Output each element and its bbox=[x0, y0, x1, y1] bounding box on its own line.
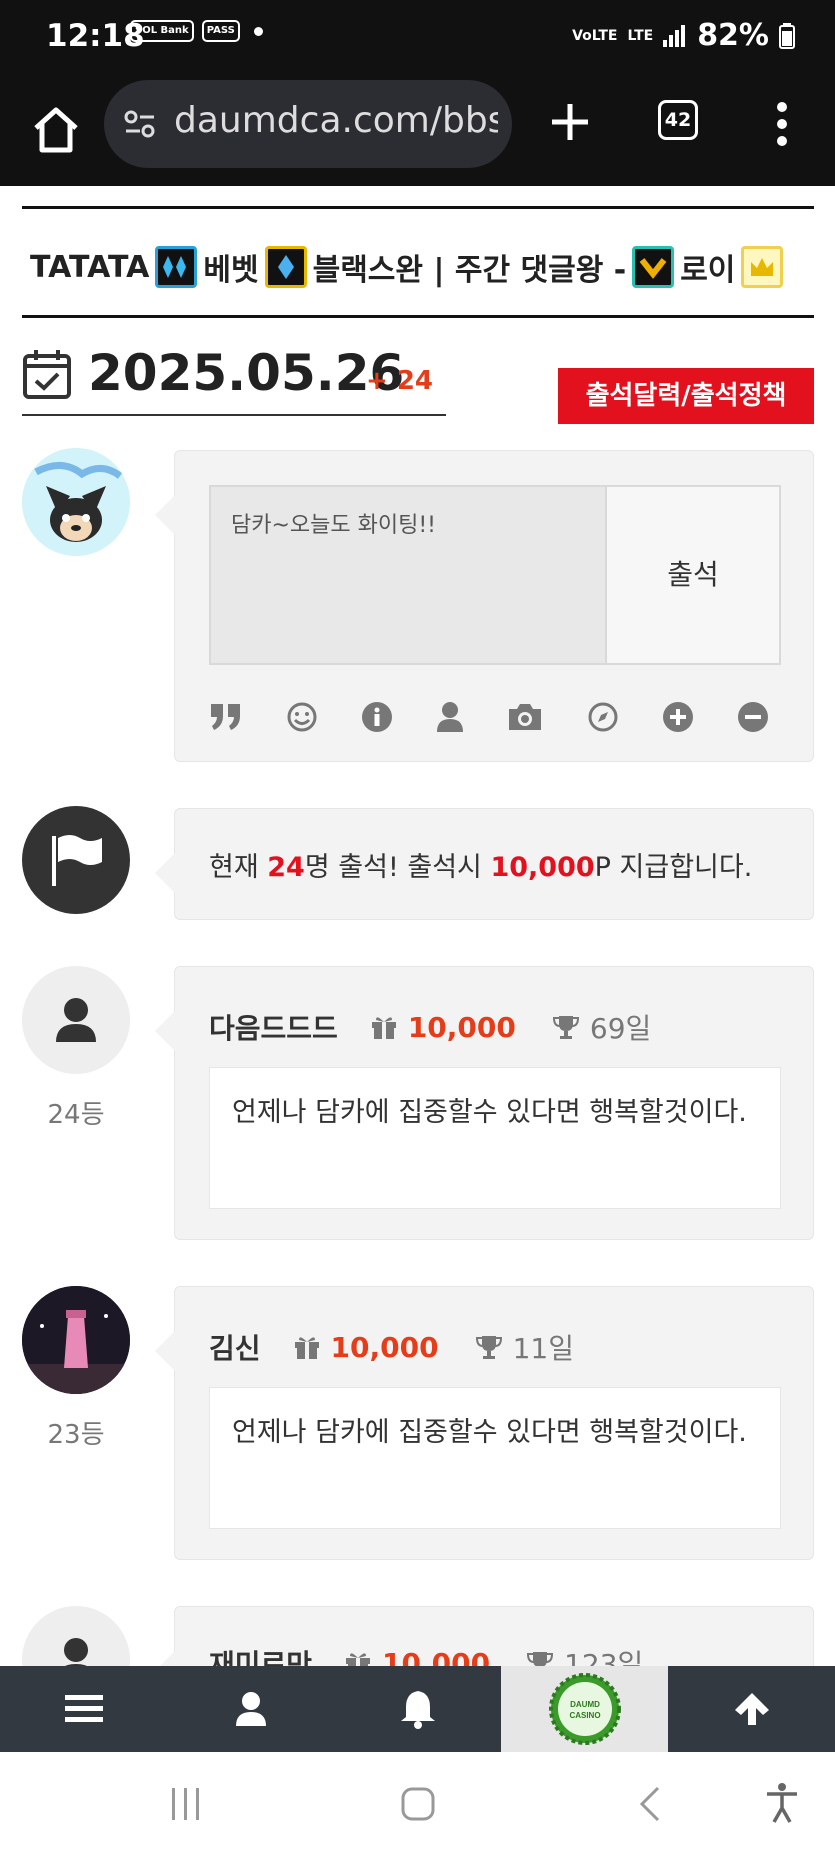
minus-circle-icon[interactable] bbox=[737, 701, 769, 733]
nav-menu-button[interactable] bbox=[0, 1666, 167, 1752]
bank-app-icon: SOL Bank bbox=[130, 20, 194, 42]
recent-apps-icon[interactable] bbox=[168, 1786, 204, 1822]
volte-icon: VoLTE bbox=[572, 27, 618, 44]
tab-switcher-button[interactable]: 42 bbox=[658, 100, 698, 140]
dog-avatar-icon bbox=[22, 448, 130, 556]
attendance-count: + 24 bbox=[366, 366, 434, 396]
calendar-check-icon bbox=[23, 350, 71, 399]
nav-logo-button[interactable]: DAUMD CASINO bbox=[501, 1666, 668, 1752]
trophy-icon bbox=[475, 1336, 502, 1359]
entry-header: 다음드드드 10,000 69일 bbox=[209, 1007, 651, 1047]
trophy-icon bbox=[552, 1016, 579, 1039]
user-icon bbox=[235, 1692, 266, 1726]
info-icon[interactable] bbox=[361, 701, 393, 733]
battery-percent: 82% bbox=[697, 18, 769, 53]
gift-icon bbox=[371, 1017, 396, 1039]
entry-days: 69일 bbox=[589, 1012, 652, 1045]
notice-count: 24 bbox=[267, 852, 305, 883]
gift-icon bbox=[294, 1337, 319, 1359]
url-text: daumdca.com/bbs/ bbox=[174, 100, 498, 141]
diamond-badge-icon bbox=[155, 246, 198, 288]
flag-avatar bbox=[22, 806, 130, 914]
browser-toolbar: daumdca.com/bbs/ 42 bbox=[0, 80, 835, 186]
lighthouse-photo-icon bbox=[22, 1286, 130, 1394]
entry-username[interactable]: 다음드드드 bbox=[209, 1007, 338, 1047]
rank-label: 23등 bbox=[47, 1420, 105, 1450]
bottom-navigation: DAUMD CASINO bbox=[0, 1666, 835, 1752]
new-tab-icon[interactable] bbox=[546, 98, 594, 146]
attendance-date: 2025.05.26 bbox=[88, 344, 405, 402]
more-notifications-dot bbox=[253, 26, 263, 36]
attendance-notice: 현재 24명 출석! 출석시 10,000P 지급합니다. bbox=[209, 845, 752, 884]
attendance-entry: 다음드드드 10,000 69일 언제나 담카에 집중할수 있다면 행복할것이다… bbox=[155, 966, 814, 1240]
chevron-badge-icon bbox=[632, 246, 675, 288]
notice-points: 10,000 bbox=[490, 852, 595, 883]
home-nav-icon[interactable] bbox=[400, 1786, 436, 1822]
daumd-casino-logo: DAUMD CASINO bbox=[548, 1673, 621, 1745]
status-right: VoLTE LTE 82% bbox=[572, 18, 795, 53]
entry-points: 10,000 bbox=[330, 1330, 439, 1364]
battery-icon bbox=[779, 22, 795, 49]
flag-icon bbox=[52, 835, 102, 886]
ticker-item: 베벳 bbox=[203, 253, 259, 288]
notification-icons: SOL Bank PASS bbox=[130, 20, 263, 42]
signal-icon bbox=[663, 24, 686, 47]
camera-icon[interactable] bbox=[506, 701, 544, 733]
ticker-item: TATATA bbox=[30, 249, 150, 285]
attendance-entry: 김신 10,000 11일 언제나 담카에 집중할수 있다면 행복할것이다. bbox=[155, 1286, 814, 1560]
pass-app-icon: PASS bbox=[201, 20, 240, 42]
plus-circle-icon[interactable] bbox=[662, 701, 694, 733]
nav-scroll-top-button[interactable] bbox=[668, 1666, 835, 1752]
weekly-ranking-ticker[interactable]: TATATA 베벳 블랙스완 | 주간 댓글왕 - 로이 bbox=[22, 206, 814, 318]
compose-card: 담카~오늘도 화이팅!! 출석 bbox=[155, 450, 814, 762]
notice-card: 현재 24명 출석! 출석시 10,000P 지급합니다. bbox=[155, 808, 814, 920]
entry-days: 11일 bbox=[512, 1332, 574, 1365]
compose-box: 담카~오늘도 화이팅!! 출석 bbox=[209, 485, 781, 665]
comment-textarea[interactable]: 담카~오늘도 화이팅!! bbox=[211, 487, 607, 663]
logo-text-line-1: DAUMD bbox=[570, 1700, 600, 1709]
accessibility-icon[interactable] bbox=[764, 1782, 800, 1824]
notice-prefix: 현재 bbox=[209, 852, 268, 883]
entry-message: 언제나 담카에 집중할수 있다면 행복할것이다. bbox=[209, 1387, 781, 1529]
nav-profile-button[interactable] bbox=[167, 1666, 334, 1752]
attendance-policy-button[interactable]: 출석달력/출석정책 bbox=[558, 368, 814, 424]
emoticon-icon[interactable] bbox=[286, 701, 318, 733]
logo-text-line-2: CASINO bbox=[569, 1711, 600, 1720]
ticker-item: 블랙스완 | 주간 댓글왕 - bbox=[312, 253, 627, 288]
attend-submit-button[interactable]: 출석 bbox=[607, 487, 779, 663]
compose-toolbar bbox=[209, 697, 769, 737]
notice-suffix: P 지급합니다. bbox=[594, 852, 753, 883]
entry-username[interactable]: 김신 bbox=[209, 1327, 261, 1367]
ticker-text: TATATA 베벳 블랙스완 | 주간 댓글왕 - 로이 bbox=[30, 245, 784, 289]
diamond-badge-icon bbox=[264, 246, 307, 288]
arrow-up-icon bbox=[734, 1693, 769, 1725]
avatar[interactable] bbox=[22, 448, 130, 556]
system-navigation-bar bbox=[0, 1752, 835, 1856]
home-icon[interactable] bbox=[26, 100, 86, 160]
avatar[interactable] bbox=[22, 1286, 130, 1394]
back-icon[interactable] bbox=[638, 1786, 662, 1822]
hamburger-icon bbox=[64, 1695, 103, 1722]
entry-message: 언제나 담카에 집중할수 있다면 행복할것이다. bbox=[209, 1067, 781, 1209]
compass-icon[interactable] bbox=[587, 701, 619, 733]
entry-points: 10,000 bbox=[407, 1010, 516, 1044]
network-type: LTE bbox=[627, 27, 654, 44]
ticker-item: 로이 bbox=[680, 253, 736, 288]
user-avatar-icon bbox=[56, 998, 96, 1042]
notice-middle: 명 출석! 출석시 bbox=[304, 852, 491, 883]
user-icon[interactable] bbox=[436, 701, 464, 733]
more-vert-icon[interactable] bbox=[776, 102, 788, 146]
status-bar: 12:18 SOL Bank PASS VoLTE LTE 82% bbox=[0, 0, 835, 80]
avatar[interactable] bbox=[22, 966, 130, 1074]
entry-header: 김신 10,000 11일 bbox=[209, 1327, 574, 1367]
rank-label: 24등 bbox=[47, 1100, 105, 1130]
nav-notification-button[interactable] bbox=[334, 1666, 501, 1752]
crown-badge-icon bbox=[741, 246, 784, 288]
quote-icon[interactable] bbox=[209, 702, 243, 732]
bell-icon bbox=[400, 1691, 435, 1729]
date-header: 2025.05.26 + 24 bbox=[22, 344, 446, 416]
address-bar[interactable]: daumdca.com/bbs/ bbox=[104, 80, 512, 168]
site-settings-icon[interactable] bbox=[122, 106, 158, 142]
